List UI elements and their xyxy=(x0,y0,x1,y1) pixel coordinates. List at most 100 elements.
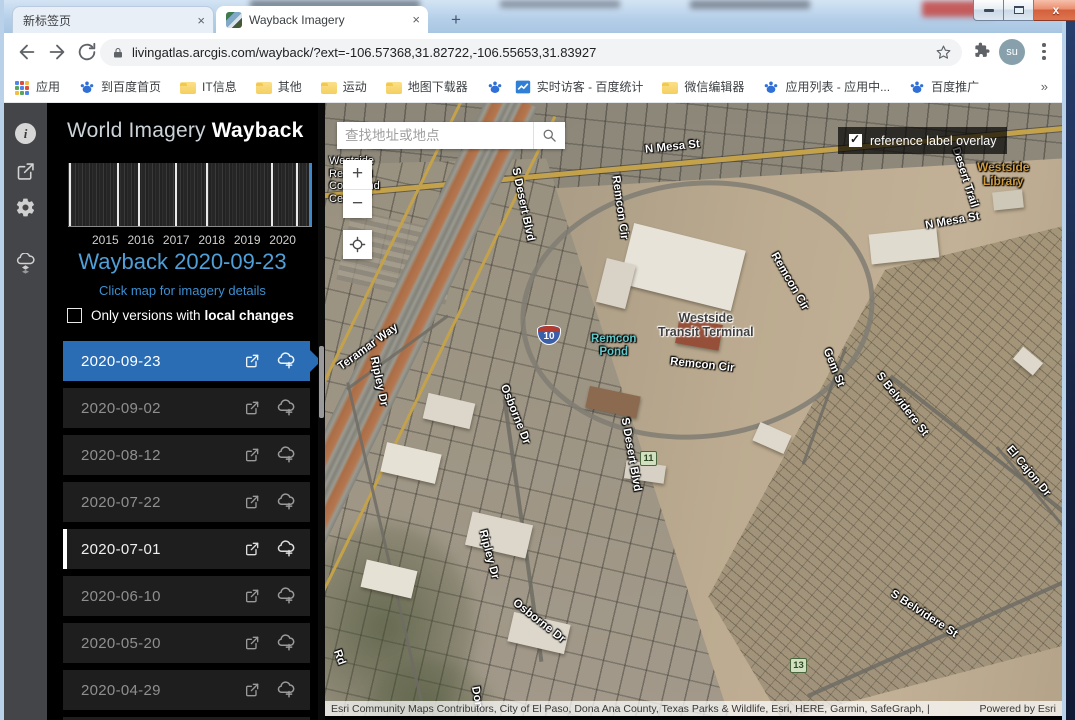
baidu-paw-icon xyxy=(79,79,95,95)
add-to-cart-cloud-icon[interactable] xyxy=(276,540,296,558)
forward-icon[interactable] xyxy=(46,41,68,63)
folder-icon xyxy=(662,82,678,94)
route-13-shield: 13 xyxy=(790,658,807,673)
minimize-button[interactable] xyxy=(973,0,1004,21)
bookmark-it-info[interactable]: IT信息 xyxy=(180,78,237,95)
bookmark-label: 地图下载器 xyxy=(408,78,468,95)
share-version-icon[interactable] xyxy=(244,635,260,651)
zoom-out-button[interactable]: − xyxy=(343,189,372,218)
reload-icon[interactable] xyxy=(76,41,98,63)
add-to-cart-cloud-icon[interactable] xyxy=(276,352,296,370)
imagery-details-link[interactable]: Click map for imagery details xyxy=(47,283,318,298)
bookmark-other[interactable]: 其他 xyxy=(256,78,302,95)
maximize-button[interactable] xyxy=(1004,0,1034,21)
filter-checkbox[interactable] xyxy=(67,308,82,323)
map-label: Westside Library xyxy=(977,161,1029,189)
bookmark-apps[interactable]: 应用 xyxy=(14,78,60,95)
share-version-icon[interactable] xyxy=(244,541,260,557)
search-button[interactable] xyxy=(533,122,565,149)
bookmark-star-icon[interactable] xyxy=(935,44,952,61)
search-input[interactable] xyxy=(337,122,533,149)
version-date: 2020-07-22 xyxy=(81,494,244,511)
building xyxy=(752,422,791,454)
add-to-cart-cloud-icon[interactable] xyxy=(276,446,296,464)
url-domain: livingatlas.arcgis.com xyxy=(132,45,256,60)
version-item[interactable]: 2020-09-23 xyxy=(63,341,310,381)
version-item[interactable]: 2020-06-10 xyxy=(63,576,310,616)
app-title: World Imagery Wayback xyxy=(67,119,303,143)
tab-new-tab-page[interactable]: 新标签页 × xyxy=(12,6,214,33)
url-path: /wayback/?ext=-106.57368,31.82722,-106.5… xyxy=(256,45,597,60)
panel-scrollbar[interactable] xyxy=(318,103,325,720)
gear-icon[interactable] xyxy=(15,197,36,218)
active-version-heading: Wayback 2020-09-23 xyxy=(47,249,318,275)
share-version-icon[interactable] xyxy=(244,353,260,369)
apps-grid-icon xyxy=(14,79,30,95)
profile-avatar[interactable]: su xyxy=(999,39,1025,65)
wayback-favicon-icon xyxy=(226,12,242,28)
filter-label: Only versions with xyxy=(91,308,201,323)
info-icon[interactable]: i xyxy=(15,123,36,144)
zoom-controls: + − xyxy=(343,160,372,218)
share-version-icon[interactable] xyxy=(244,400,260,416)
bookmark-label: 应用 xyxy=(36,78,60,95)
back-icon[interactable] xyxy=(16,41,38,63)
share-version-icon[interactable] xyxy=(244,588,260,604)
bookmark-label: 运动 xyxy=(343,78,367,95)
version-date: 2020-09-02 xyxy=(81,400,244,417)
search-icon xyxy=(542,128,557,143)
add-to-cart-cloud-icon[interactable] xyxy=(276,634,296,652)
bookmarks-overflow-chevron[interactable]: » xyxy=(1041,79,1048,94)
address-bar[interactable]: livingatlas.arcgis.com/wayback/?ext=-106… xyxy=(100,39,962,66)
bookmark-map-downloader[interactable]: 地图下载器 xyxy=(386,78,468,95)
tab-wayback-imagery[interactable]: Wayback Imagery × xyxy=(216,6,428,33)
version-date: 2020-07-01 xyxy=(81,541,244,558)
new-tab-button[interactable]: + xyxy=(443,9,469,31)
bookmark-app-list[interactable]: 应用列表 - 应用中... xyxy=(763,78,890,95)
version-timeline-barcode[interactable] xyxy=(68,163,312,227)
map-canvas[interactable]: Westside Regional Command Center N Mesa … xyxy=(325,103,1062,720)
version-list: 2020-09-23 2020-09-02 2020-08-12 2020-07… xyxy=(63,341,310,720)
maximize-icon xyxy=(1014,6,1024,14)
version-item[interactable]: 2020-05-20 xyxy=(63,623,310,663)
reference-overlay-toggle[interactable]: reference label overlay xyxy=(838,127,1007,154)
share-version-icon[interactable] xyxy=(244,682,260,698)
cloud-layers-icon[interactable] xyxy=(15,253,36,274)
share-icon[interactable] xyxy=(15,161,36,182)
tab-close-icon[interactable]: × xyxy=(197,13,205,28)
version-item[interactable]: 2020-04-29 xyxy=(63,670,310,710)
share-version-icon[interactable] xyxy=(244,494,260,510)
window-bottom-edge xyxy=(325,716,1062,720)
checkbox-checked-icon[interactable] xyxy=(849,134,862,147)
tab-close-icon[interactable]: × xyxy=(412,12,420,27)
bookmark-label: 到百度首页 xyxy=(101,78,161,95)
bookmark-wechat-editor[interactable]: 微信编辑器 xyxy=(662,78,744,95)
local-changes-filter[interactable]: Only versions withlocal changes xyxy=(67,308,294,323)
bookmark-baidu-home[interactable]: 到百度首页 xyxy=(79,78,161,95)
add-to-cart-cloud-icon[interactable] xyxy=(276,587,296,605)
window-controls: x xyxy=(973,0,1075,21)
bookmark-sports[interactable]: 运动 xyxy=(321,78,367,95)
close-button[interactable]: x xyxy=(1034,0,1075,21)
share-version-icon[interactable] xyxy=(244,447,260,463)
scrollbar-thumb[interactable] xyxy=(319,346,324,418)
add-to-cart-cloud-icon[interactable] xyxy=(276,399,296,417)
zoom-in-button[interactable]: + xyxy=(343,160,372,189)
add-to-cart-cloud-icon[interactable] xyxy=(276,493,296,511)
lock-icon xyxy=(112,46,124,60)
bookmark-label: 百度推广 xyxy=(931,78,979,95)
locate-button[interactable] xyxy=(343,230,372,259)
map-search xyxy=(337,122,565,149)
extensions-puzzle-icon[interactable] xyxy=(974,42,992,60)
bookmark-baidu-stats[interactable]: 实时访客 - 百度统计 xyxy=(515,78,644,95)
version-item[interactable]: 2020-07-22 xyxy=(63,482,310,522)
bookmark-label: IT信息 xyxy=(202,78,237,95)
add-to-cart-cloud-icon[interactable] xyxy=(276,681,296,699)
bookmark-baidu-promo[interactable]: 百度推广 xyxy=(909,78,979,95)
folder-icon xyxy=(386,82,402,94)
browser-menu-icon[interactable] xyxy=(1042,43,1046,61)
version-item[interactable]: 2020-09-02 xyxy=(63,388,310,428)
version-item-local-change[interactable]: 2020-07-01 xyxy=(63,529,310,569)
version-item[interactable]: 2020-08-12 xyxy=(63,435,310,475)
bookmark-baidu[interactable] xyxy=(487,79,503,95)
